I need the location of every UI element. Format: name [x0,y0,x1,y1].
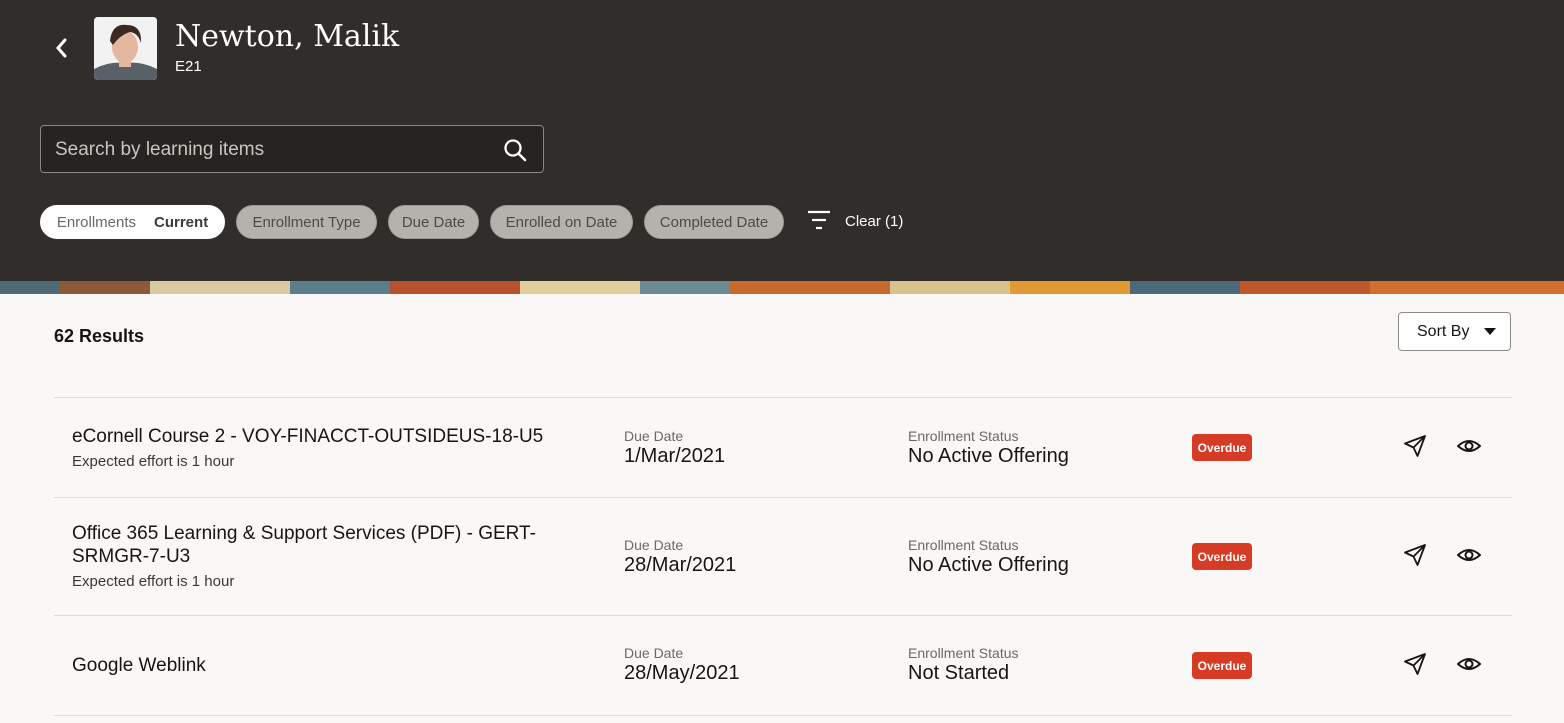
enrollment-status-label: Enrollment Status [908,645,1019,661]
chevron-left-icon [56,38,67,58]
eye-icon [1457,658,1481,670]
clear-filters-link[interactable]: Clear (1) [845,213,903,230]
enrollment-type-chip[interactable]: Enrollment Type [236,205,377,239]
enrollment-status-value: No Active Offering [908,554,1069,576]
list-item: Google Weblink Due Date 28/May/2021 Enro… [54,616,1512,715]
send-icon [1404,544,1426,566]
overdue-badge: Overdue [1192,434,1252,461]
list-item: eCornell Course 2 - VOY-FINACCT-OUTSIDEU… [54,398,1512,497]
enrollments-chip[interactable]: Enrollments Current [40,205,225,239]
list-item: Office 365 Learning & Support Services (… [54,498,1512,615]
results-count: 62 Results [54,326,145,346]
view-button[interactable] [1454,649,1484,679]
enrollment-status-label: Enrollment Status [908,428,1019,444]
item-effort: Expected effort is 1 hour [72,453,235,470]
search-icon[interactable] [503,138,527,162]
employee-id: E21 [175,58,202,75]
enrollment-status-value: No Active Offering [908,445,1069,467]
due-date-label: Due Date [624,537,684,553]
overdue-badge: Overdue [1192,652,1252,679]
completed-date-chip[interactable]: Completed Date [644,205,784,239]
item-title[interactable]: Google Weblink [72,654,607,677]
filter-button[interactable] [806,209,832,236]
enrollment-status-value: Not Started [908,662,1010,684]
search-box [40,125,544,174]
enrollment-status-label: Enrollment Status [908,537,1019,553]
sort-by-dropdown[interactable]: Sort By [1398,312,1511,351]
item-title[interactable]: eCornell Course 2 - VOY-FINACCT-OUTSIDEU… [72,425,607,448]
view-button[interactable] [1454,540,1484,570]
view-button[interactable] [1454,431,1484,461]
send-button[interactable] [1400,540,1430,570]
send-icon [1404,653,1426,675]
avatar [94,17,157,80]
due-date-value: 28/May/2021 [624,662,740,684]
enrollments-chip-value: Current [154,213,209,231]
due-date-label: Due Date [624,428,684,444]
page-header: Newton, Malik E21 Enrollments Current En… [0,0,1564,281]
person-name: Newton, Malik [175,19,400,54]
enrolled-on-date-chip[interactable]: Enrolled on Date [490,205,633,239]
filter-icon [808,210,830,230]
due-date-chip[interactable]: Due Date [388,205,479,239]
item-title[interactable]: Office 365 Learning & Support Services (… [72,522,607,568]
send-button[interactable] [1400,649,1430,679]
divider [54,715,1512,716]
due-date-label: Due Date [624,645,684,661]
sort-by-label: Sort By [1417,322,1470,340]
due-date-value: 1/Mar/2021 [624,445,726,467]
eye-icon [1457,549,1481,561]
search-input[interactable] [41,126,497,174]
decorative-banner [0,281,1564,294]
send-button[interactable] [1400,431,1430,461]
back-button[interactable] [48,34,74,62]
item-effort: Expected effort is 1 hour [72,573,235,590]
eye-icon [1457,440,1481,452]
send-icon [1404,435,1426,457]
enrollments-chip-label: Enrollments [56,213,137,231]
caret-down-icon [1484,328,1496,335]
overdue-badge: Overdue [1192,543,1252,570]
due-date-value: 28/Mar/2021 [624,554,737,576]
